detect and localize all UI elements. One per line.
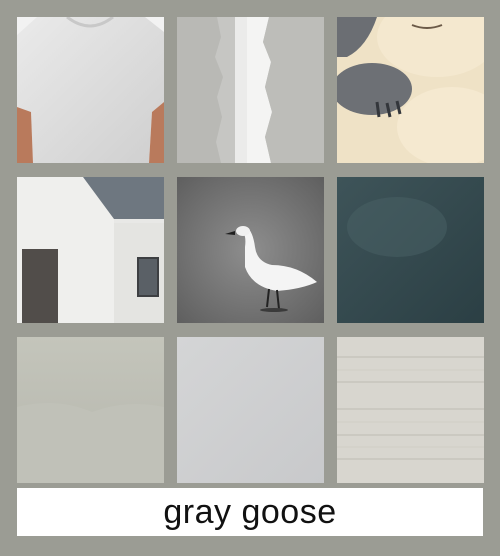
tile-goose [177, 177, 324, 323]
tile-white-house [17, 177, 164, 323]
tile-dark-teal [337, 177, 484, 323]
tshirt-image [17, 17, 164, 163]
house-image [17, 177, 164, 323]
wood-texture-image [337, 337, 484, 483]
cartoon-creature-image [337, 17, 484, 163]
caption-text: gray goose [163, 492, 337, 531]
tile-wood-texture [337, 337, 484, 483]
tile-gray-gradient [17, 337, 164, 483]
tile-cartoon-creature [337, 17, 484, 163]
light-gray-image [177, 337, 324, 483]
torn-paper-image [177, 17, 324, 163]
tile-torn-paper [177, 17, 324, 163]
tile-light-gray [177, 337, 324, 483]
gray-gradient-image [17, 337, 164, 483]
caption-bar: gray goose [17, 488, 483, 536]
goose-image [177, 177, 324, 323]
teal-texture-image [337, 177, 484, 323]
tile-gray-tshirt [17, 17, 164, 163]
